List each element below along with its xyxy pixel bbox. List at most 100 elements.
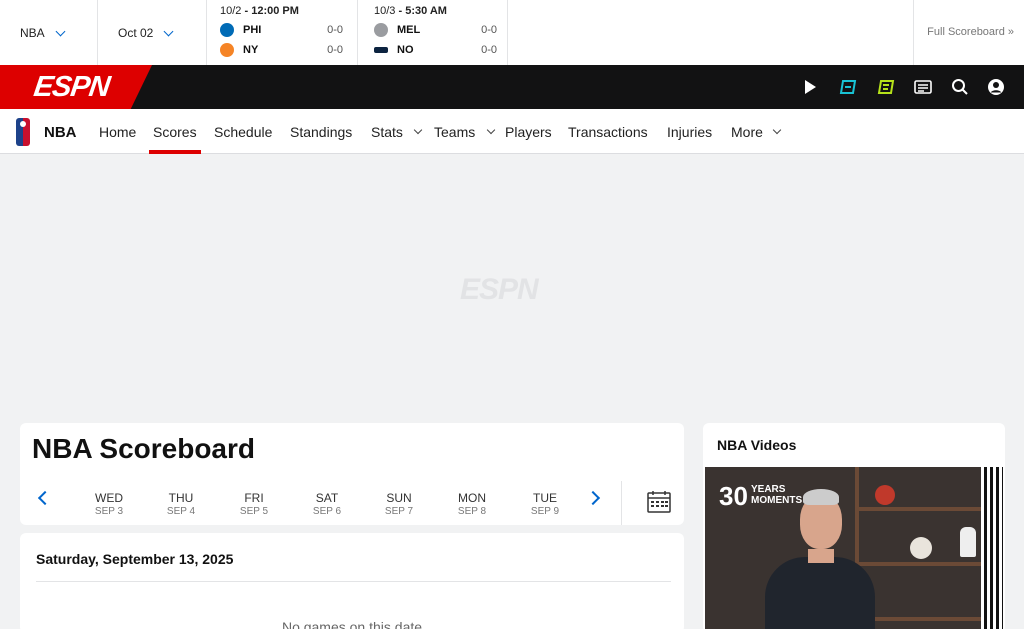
divider bbox=[621, 481, 622, 525]
divider bbox=[97, 0, 98, 65]
videos-title[interactable]: NBA Videos bbox=[717, 437, 796, 453]
ad-slot[interactable] bbox=[620, 291, 674, 344]
nba-logo-icon bbox=[16, 118, 30, 146]
date-tab-dow: WED bbox=[95, 491, 123, 505]
presenter-body bbox=[765, 557, 875, 629]
game-time: 12:00 PM bbox=[251, 5, 299, 17]
team-record: 0-0 bbox=[327, 24, 343, 36]
nav-transactions[interactable]: Transactions bbox=[568, 109, 648, 154]
date-tab-dow: SUN bbox=[386, 491, 412, 505]
league-brand[interactable]: NBA bbox=[16, 118, 77, 146]
date-tab[interactable]: TUE SEP 9 bbox=[515, 491, 575, 517]
team-abbr: MEL bbox=[397, 24, 421, 36]
chevron-down-icon bbox=[55, 26, 66, 36]
league-select[interactable]: NBA bbox=[12, 16, 85, 49]
date-tab-date: SEP 9 bbox=[530, 506, 560, 517]
divider bbox=[206, 0, 207, 65]
league-nav: NBA Home Scores Schedule Standings Stats… bbox=[0, 109, 1024, 154]
nav-more[interactable]: More bbox=[731, 109, 763, 154]
date-tab[interactable]: FRI SEP 5 bbox=[224, 491, 284, 517]
videos-module: NBA Videos 30 YEARS MOMENTS bbox=[703, 423, 1005, 629]
espn-logo[interactable]: ESPN bbox=[32, 71, 111, 104]
chevron-down-icon bbox=[163, 26, 174, 36]
thumb-big-number: 30 bbox=[719, 481, 748, 511]
date-tab-date: SEP 6 bbox=[312, 506, 342, 517]
team-record: 0-0 bbox=[481, 24, 497, 36]
next-dates-chevron-icon[interactable] bbox=[585, 490, 601, 506]
date-tab-dow: TUE bbox=[533, 491, 557, 505]
divider bbox=[36, 581, 671, 582]
full-scoreboard-link[interactable]: Full Scoreboard » bbox=[927, 26, 1014, 38]
date-tab-dow: FRI bbox=[244, 491, 264, 505]
divider bbox=[507, 0, 508, 65]
empty-state-message: No games on this date bbox=[281, 619, 423, 629]
game-card[interactable]: 10/3 - 5:30 AM MEL 0-0 NO 0-0 bbox=[370, 0, 500, 65]
league-select-label: NBA bbox=[20, 25, 45, 40]
team-record: 0-0 bbox=[327, 44, 343, 56]
ad-slot[interactable] bbox=[30, 291, 57, 344]
more-chevron-down-icon[interactable] bbox=[770, 109, 784, 154]
date-tab[interactable]: SAT SEP 6 bbox=[297, 491, 357, 517]
nav-home[interactable]: Home bbox=[99, 109, 136, 154]
date-tab[interactable]: SUN SEP 7 bbox=[369, 491, 429, 517]
team-logo-icon bbox=[220, 23, 234, 37]
date-tab-dow: SAT bbox=[315, 491, 339, 505]
team-row: MEL 0-0 bbox=[374, 20, 500, 40]
stats-chevron-down-icon[interactable] bbox=[411, 109, 425, 154]
teams-chevron-down-icon[interactable] bbox=[484, 109, 498, 154]
search-icon[interactable] bbox=[947, 74, 973, 100]
games-card: Saturday, September 13, 2025 No games on… bbox=[20, 533, 684, 629]
team-logo-icon bbox=[374, 47, 388, 53]
league-name: NBA bbox=[44, 123, 77, 141]
nav-standings[interactable]: Standings bbox=[290, 109, 352, 154]
date-tab-dow: THU bbox=[168, 491, 194, 505]
espn-watermark: ESPN bbox=[460, 273, 539, 306]
watch-icon[interactable] bbox=[797, 74, 823, 100]
game-card[interactable]: 10/2 - 12:00 PM PHI 0-0 NY 0-0 bbox=[216, 0, 356, 65]
ad-area: ESPN bbox=[0, 155, 700, 405]
date-tab-date: SEP 5 bbox=[239, 506, 269, 517]
game-time: 5:30 AM bbox=[405, 5, 447, 17]
nav-teams[interactable]: Teams bbox=[434, 109, 475, 154]
page-title: NBA Scoreboard bbox=[32, 433, 256, 464]
espn-plus-icon[interactable] bbox=[835, 74, 861, 100]
team-row: NO 0-0 bbox=[374, 40, 500, 60]
divider bbox=[357, 0, 358, 65]
team-abbr: NO bbox=[397, 44, 414, 56]
date-select-label: Oct 02 bbox=[118, 25, 154, 40]
calendar-icon[interactable] bbox=[646, 489, 672, 515]
scores-strip: NBA Oct 02 10/2 - 12:00 PM PHI 0-0 NY 0-… bbox=[0, 0, 1024, 65]
nav-stats[interactable]: Stats bbox=[371, 109, 403, 154]
divider bbox=[913, 0, 914, 65]
video-thumbnail[interactable]: 30 YEARS MOMENTS bbox=[705, 467, 1003, 629]
thumb-caption: YEARS MOMENTS bbox=[751, 484, 803, 506]
profile-icon[interactable] bbox=[983, 74, 1009, 100]
team-logo-icon bbox=[220, 43, 234, 57]
global-nav: ESPN bbox=[0, 65, 1024, 109]
news-icon[interactable] bbox=[910, 74, 936, 100]
nav-schedule[interactable]: Schedule bbox=[214, 109, 272, 154]
team-abbr: PHI bbox=[243, 24, 262, 36]
team-row: PHI 0-0 bbox=[220, 20, 356, 40]
date-select[interactable]: Oct 02 bbox=[110, 16, 194, 49]
fantasy-icon[interactable] bbox=[873, 74, 899, 100]
date-tab[interactable]: WED SEP 3 bbox=[79, 491, 139, 517]
team-abbr: NY bbox=[243, 44, 259, 56]
date-tab[interactable]: MON SEP 8 bbox=[442, 491, 502, 517]
team-record: 0-0 bbox=[481, 44, 497, 56]
date-tab-date: SEP 7 bbox=[384, 506, 414, 517]
nav-injuries[interactable]: Injuries bbox=[667, 109, 712, 154]
prev-dates-chevron-icon[interactable] bbox=[37, 490, 53, 506]
game-date: 10/3 bbox=[374, 5, 396, 17]
scoreboard-card: NBA Scoreboard WED SEP 3 THU SEP 4 FRI S… bbox=[20, 423, 684, 525]
date-heading: Saturday, September 13, 2025 bbox=[36, 551, 234, 567]
date-tab-dow: MON bbox=[458, 491, 486, 505]
date-tab[interactable]: THU SEP 4 bbox=[151, 491, 211, 517]
team-logo-icon bbox=[374, 23, 388, 37]
date-tab-date: SEP 3 bbox=[94, 506, 124, 517]
date-tab-date: SEP 8 bbox=[457, 506, 487, 517]
nav-players[interactable]: Players bbox=[505, 109, 552, 154]
nav-scores[interactable]: Scores bbox=[149, 109, 201, 154]
date-tab-date: SEP 4 bbox=[166, 506, 196, 517]
game-date: 10/2 bbox=[220, 5, 242, 17]
